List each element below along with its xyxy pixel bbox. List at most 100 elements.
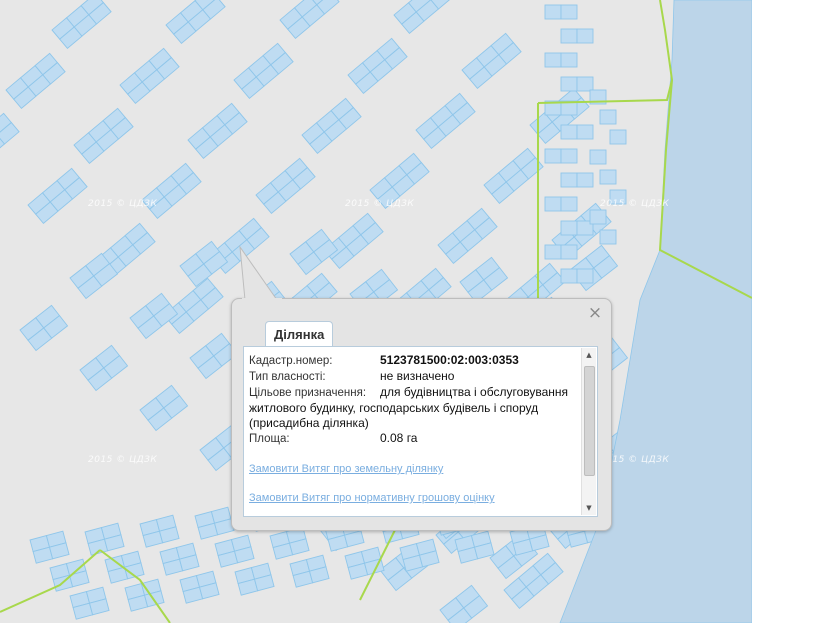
order-valuation-extract-link[interactable]: Замовити Витяг про нормативну грошову оц…: [249, 491, 579, 506]
parcel-block[interactable]: [347, 37, 408, 95]
parcel-block[interactable]: [439, 584, 489, 623]
area-label: Площа:: [249, 433, 290, 445]
parcel-block[interactable]: [399, 538, 440, 572]
parcel-block[interactable]: [29, 530, 70, 564]
cadastral-number-value: 5123781500:02:003:0353: [380, 353, 519, 367]
parcel-block[interactable]: [599, 229, 617, 245]
popup-pointer: [239, 245, 282, 302]
arrow-up-icon[interactable]: ▲: [582, 348, 596, 362]
parcel-block[interactable]: [589, 149, 607, 165]
parcel-block[interactable]: [194, 506, 235, 540]
parcel-block[interactable]: [159, 542, 200, 576]
parcel-block[interactable]: [84, 522, 125, 556]
parcel: [599, 169, 617, 185]
parcel-block[interactable]: [544, 196, 578, 212]
parcel-block[interactable]: [289, 228, 339, 276]
parcel-block[interactable]: [437, 207, 498, 265]
parcel-block[interactable]: [19, 304, 69, 352]
parcel: [544, 4, 562, 20]
parcel-block[interactable]: [141, 162, 202, 220]
parcel-block[interactable]: [323, 212, 384, 270]
parcel: [560, 124, 578, 140]
parcel-block[interactable]: [269, 526, 310, 560]
parcel-info-popup: × Ділянка Кадастр.номер: 5123781500:02:0…: [231, 245, 612, 531]
parcel-block[interactable]: [560, 268, 594, 284]
cadastral-number-label: Кадастр.номер:: [249, 355, 333, 367]
parcel-block[interactable]: [560, 124, 594, 140]
parcel-block[interactable]: [255, 157, 316, 215]
close-button[interactable]: ×: [587, 303, 603, 323]
parcel: [544, 52, 562, 68]
parcel-block[interactable]: [69, 586, 110, 620]
parcel-block[interactable]: [599, 109, 617, 125]
parcel-block[interactable]: [0, 112, 20, 168]
parcel-block[interactable]: [289, 554, 330, 588]
parcel: [560, 172, 578, 188]
ownership-type-row: Тип власності: не визначено: [249, 369, 579, 385]
parcel: [576, 76, 594, 92]
parcel-block[interactable]: [483, 147, 544, 205]
parcel-block[interactable]: [51, 0, 112, 50]
parcel-block[interactable]: [415, 92, 476, 150]
parcel: [576, 172, 594, 188]
parcel-block[interactable]: [129, 292, 179, 340]
parcel-block[interactable]: [139, 514, 180, 548]
parcel-block[interactable]: [560, 172, 594, 188]
parcel-block[interactable]: [589, 209, 607, 225]
order-land-extract-link[interactable]: Замовити Витяг про земельну ділянку: [249, 462, 579, 477]
parcel-block[interactable]: [73, 107, 134, 165]
parcel: [560, 196, 578, 212]
parcel: [576, 28, 594, 44]
parcel: [560, 268, 578, 284]
ownership-type-label: Тип власності:: [249, 371, 326, 383]
parcel-block[interactable]: [461, 32, 522, 90]
parcel-block[interactable]: [459, 256, 509, 304]
parcel-block[interactable]: [234, 562, 275, 596]
parcel-block[interactable]: [79, 344, 129, 392]
watermark-text: 2015 © ЦДЗК: [88, 199, 157, 209]
parcel-block[interactable]: [187, 102, 248, 160]
arrow-down-icon[interactable]: ▼: [582, 501, 596, 515]
parcel-block[interactable]: [544, 244, 578, 260]
parcel-block[interactable]: [560, 76, 594, 92]
parcel: [560, 52, 578, 68]
purpose-value-continued: житлового будинку, господарських будівел…: [249, 401, 539, 430]
parcel: [599, 229, 617, 245]
parcel-block[interactable]: [27, 167, 88, 225]
parcel: [544, 148, 562, 164]
parcel-details: Кадастр.номер: 5123781500:02:003:0353 Ти…: [249, 353, 579, 506]
parcel: [544, 244, 562, 260]
parcel-block[interactable]: [301, 97, 362, 155]
close-icon: ×: [587, 303, 603, 323]
parcel: [576, 268, 594, 284]
parcel-block[interactable]: [214, 534, 255, 568]
tab-parcel[interactable]: Ділянка: [265, 321, 334, 348]
parcel-block[interactable]: [233, 42, 294, 100]
parcel-block[interactable]: [5, 52, 66, 110]
parcel: [609, 129, 627, 145]
parcel-block[interactable]: [544, 4, 578, 20]
tab-label: Ділянка: [274, 327, 325, 342]
parcel-block[interactable]: [544, 148, 578, 164]
parcel: [560, 244, 578, 260]
parcel-block[interactable]: [393, 0, 454, 35]
parcel-block[interactable]: [560, 220, 594, 236]
parcel-block[interactable]: [119, 47, 180, 105]
parcel-block[interactable]: [165, 0, 226, 45]
cadastral-number-row: Кадастр.номер: 5123781500:02:003:0353: [249, 353, 579, 369]
panel-scrollbar[interactable]: ▲ ▼: [581, 348, 596, 515]
scrollbar-thumb[interactable]: [584, 366, 595, 476]
parcel-details-panel: Кадастр.номер: 5123781500:02:003:0353 Ти…: [243, 346, 598, 517]
parcel: [589, 149, 607, 165]
parcel-block[interactable]: [163, 277, 224, 335]
parcel-block[interactable]: [560, 28, 594, 44]
parcel-block[interactable]: [179, 570, 220, 604]
parcel-block[interactable]: [599, 169, 617, 185]
parcel: [544, 196, 562, 212]
parcel-block[interactable]: [544, 52, 578, 68]
ownership-type-value: не визначено: [380, 369, 455, 383]
parcel-block[interactable]: [609, 129, 627, 145]
watermark-text: 2015 © ЦДЗК: [88, 455, 157, 465]
parcel-block[interactable]: [139, 384, 189, 432]
parcel-block[interactable]: [279, 0, 340, 40]
